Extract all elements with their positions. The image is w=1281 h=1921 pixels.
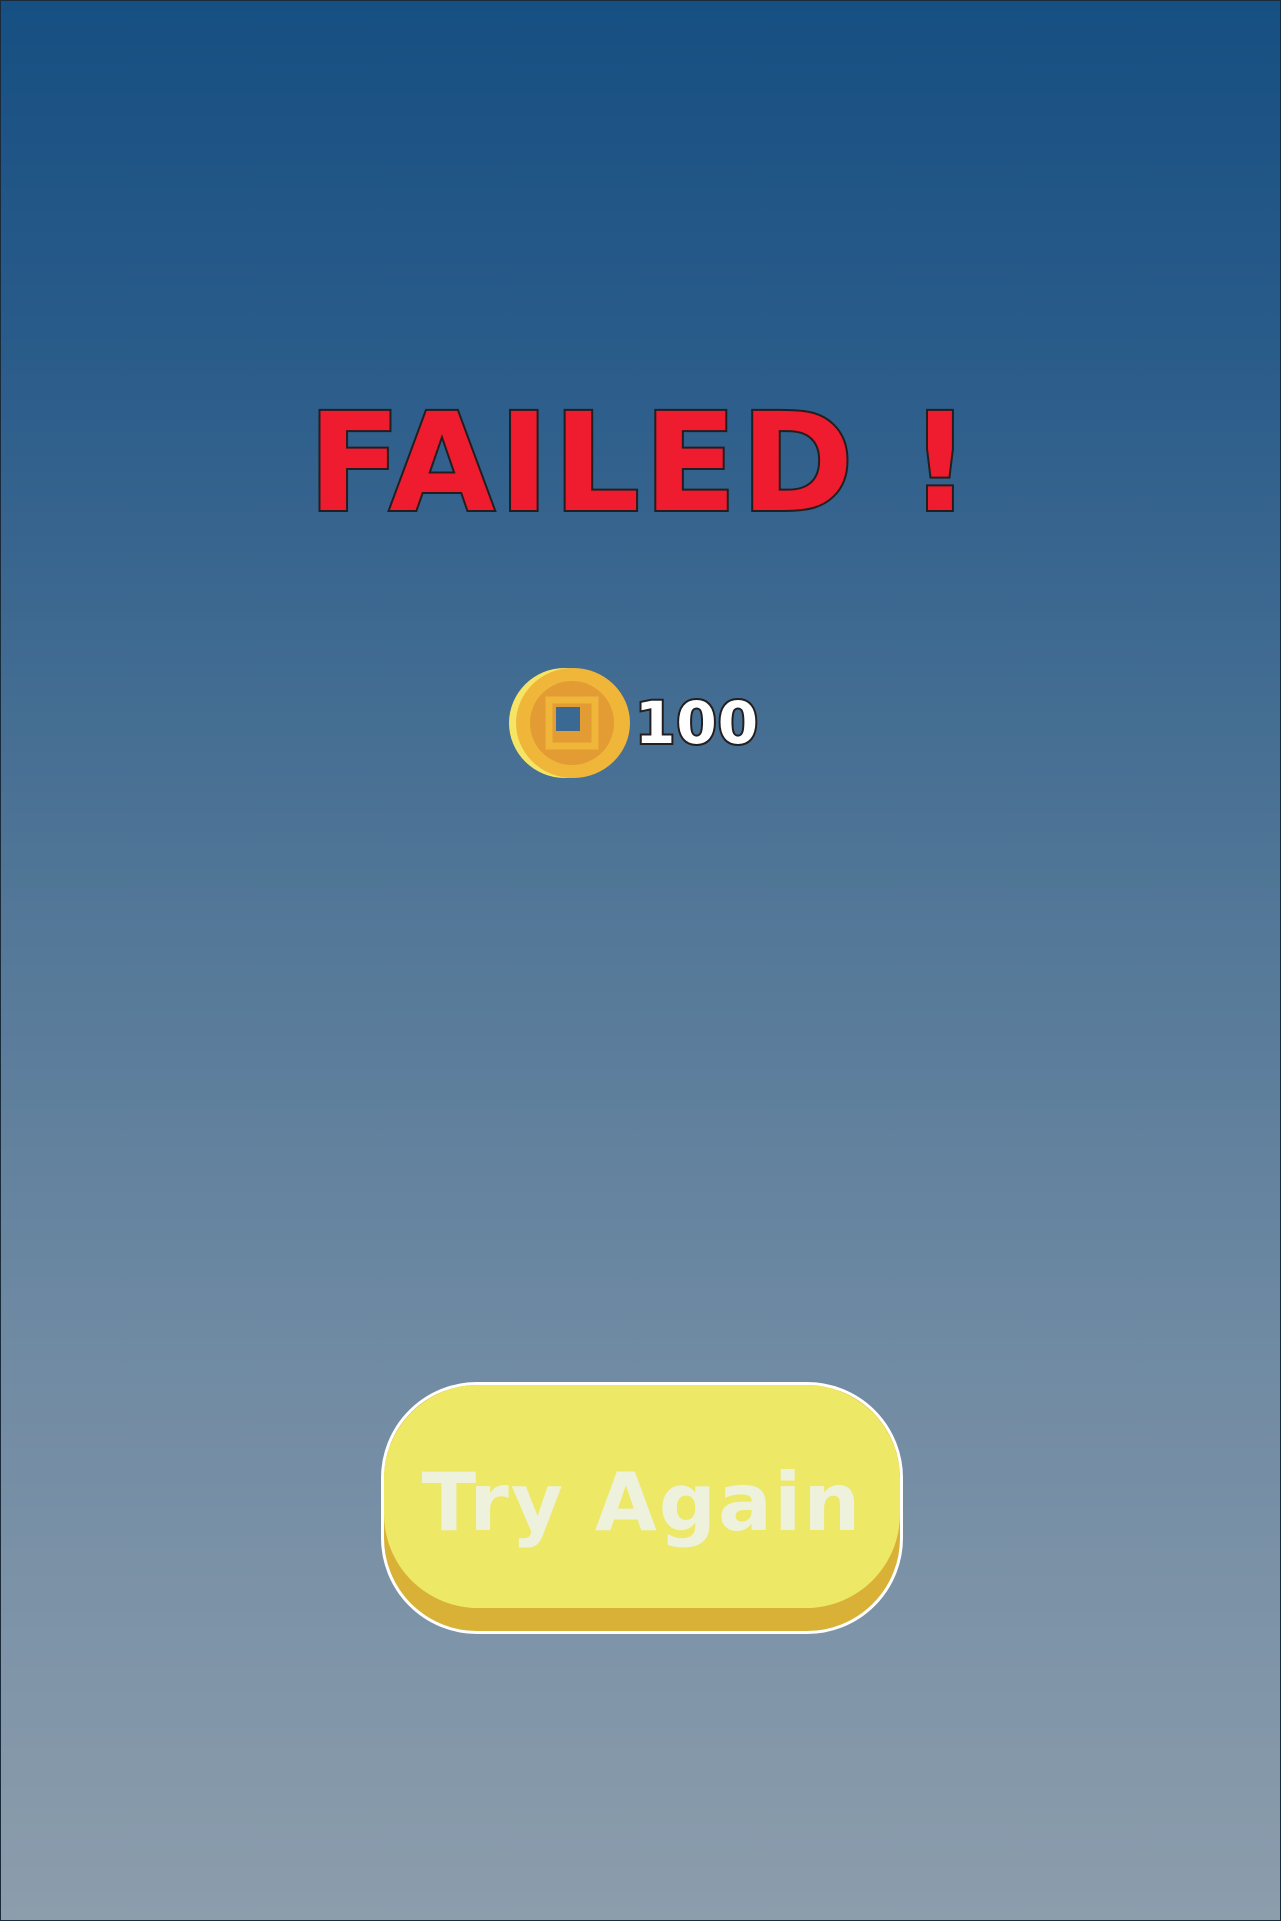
failed-title: FAILED ! [306, 385, 975, 543]
coin-icon [509, 666, 631, 780]
try-again-button[interactable]: Try Again [381, 1382, 903, 1634]
game-over-screen: FAILED ! 100 Try Again [0, 0, 1281, 1921]
coin-count: 100 [633, 689, 760, 757]
try-again-button-face[interactable]: Try Again [384, 1385, 900, 1608]
try-again-label: Try Again [421, 1456, 863, 1549]
coin-reward: 100 [509, 666, 760, 780]
